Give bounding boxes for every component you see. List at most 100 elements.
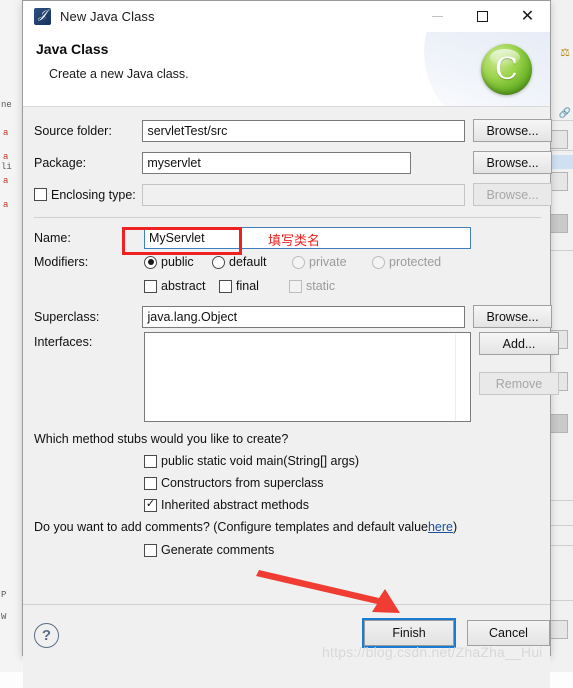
checkbox-icon: ✓ — [144, 499, 157, 512]
package-browse-button[interactable]: Browse... — [473, 151, 552, 174]
dialog-titlebar: New Java Class ✕ — [23, 1, 550, 32]
toolbar-button[interactable] — [549, 620, 568, 639]
cancel-button[interactable]: Cancel — [467, 620, 550, 646]
source-folder-input[interactable]: servletTest/src — [142, 120, 465, 142]
gutter-text: W — [1, 612, 6, 622]
checkbox-icon — [289, 280, 302, 293]
watermark: https://blog.csdn.net/ZhaZha__Hui — [322, 644, 543, 660]
radio-icon — [292, 256, 305, 269]
modifier-label: final — [236, 279, 259, 293]
superclass-browse-button[interactable]: Browse... — [473, 305, 552, 328]
comments-question: Do you want to add comments? (Configure … — [34, 520, 457, 534]
checkbox-icon — [144, 280, 157, 293]
comments-question-prefix: Do you want to add comments? (Configure … — [34, 520, 428, 534]
modifier-checkbox-abstract[interactable]: abstract — [144, 279, 219, 293]
generate-comments-checkbox-row[interactable]: Generate comments — [144, 543, 274, 557]
modifier-label: private — [309, 255, 347, 269]
checkbox-icon — [219, 280, 232, 293]
checkbox-icon — [144, 544, 157, 557]
modifier-checkbox-static: static — [289, 279, 335, 293]
radio-icon — [212, 256, 225, 269]
enclosing-type-browse-button: Browse... — [473, 183, 552, 206]
source-folder-row: Source folder: servletTest/src Browse... — [23, 119, 552, 142]
radio-icon — [144, 256, 157, 269]
minimize-icon — [432, 16, 443, 17]
stub-label: Constructors from superclass — [161, 476, 324, 490]
generate-comments-label: Generate comments — [161, 543, 274, 557]
checkbox-icon — [144, 455, 157, 468]
superclass-label: Superclass: — [34, 310, 142, 324]
source-folder-browse-button[interactable]: Browse... — [473, 119, 552, 142]
modifier-radio-public[interactable]: public — [144, 255, 212, 269]
minimize-button[interactable] — [415, 1, 460, 32]
pin-icon: ⚖ — [560, 46, 570, 59]
stub-checkbox-constructors[interactable]: Constructors from superclass — [144, 476, 324, 490]
finish-button[interactable]: Finish — [364, 620, 454, 646]
modifier-label: abstract — [161, 279, 205, 293]
modifier-label: public — [161, 255, 194, 269]
enclosing-type-row: Enclosing type: Browse... — [23, 183, 552, 206]
modifiers-row: Modifiers: public default private protec… — [23, 255, 552, 269]
link-icon: 🔗 — [559, 108, 571, 119]
error-marker-icon: a — [3, 152, 12, 161]
enclosing-type-label: Enclosing type: — [51, 188, 136, 202]
modifier-label: default — [229, 255, 267, 269]
superclass-row: Superclass: java.lang.Object Browse... — [23, 305, 552, 328]
modifier-radio-private: private — [292, 255, 372, 269]
stub-checkbox-main[interactable]: public static void main(String[] args) — [144, 454, 359, 468]
modifier-checkbox-final[interactable]: final — [219, 279, 289, 293]
gutter-text: li — [1, 162, 12, 172]
package-input[interactable]: myservlet — [142, 152, 411, 174]
section-divider — [34, 217, 541, 218]
gutter-text: ne — [1, 100, 12, 110]
stub-label: Inherited abstract methods — [161, 498, 309, 512]
method-stubs-question: Which method stubs would you like to cre… — [34, 432, 288, 446]
java-class-icon — [34, 8, 51, 25]
error-marker-icon: a — [3, 176, 12, 185]
dialog-header: Java Class Create a new Java class. C — [23, 32, 550, 107]
maximize-button[interactable] — [460, 1, 505, 32]
new-java-class-dialog: New Java Class ✕ Java Class Create a new… — [22, 0, 551, 656]
page-title: Java Class — [36, 41, 108, 57]
logo-letter: C — [495, 55, 518, 85]
interfaces-remove-button: Remove — [479, 372, 559, 395]
interfaces-add-button[interactable]: Add... — [479, 332, 559, 355]
enclosing-type-checkbox[interactable] — [34, 188, 47, 201]
comments-question-suffix: ) — [453, 520, 457, 534]
dialog-body: Source folder: servletTest/src Browse...… — [23, 107, 550, 604]
page-subtitle: Create a new Java class. — [49, 67, 189, 81]
close-button[interactable]: ✕ — [505, 1, 550, 32]
superclass-input[interactable]: java.lang.Object — [142, 306, 465, 328]
enclosing-type-input[interactable] — [142, 184, 465, 206]
help-question-mark: ? — [42, 628, 51, 643]
checkbox-icon — [144, 477, 157, 490]
close-icon: ✕ — [521, 9, 534, 25]
configure-templates-link[interactable]: here — [428, 520, 453, 534]
modifier-label: static — [306, 279, 335, 293]
interfaces-label: Interfaces: — [34, 335, 92, 349]
name-label: Name: — [34, 231, 144, 245]
modifier-radio-default[interactable]: default — [212, 255, 292, 269]
radio-icon — [372, 256, 385, 269]
source-folder-label: Source folder: — [34, 124, 142, 138]
package-row: Package: myservlet Browse... — [23, 151, 552, 174]
interfaces-listbox[interactable] — [144, 332, 471, 422]
toolbar-button[interactable] — [549, 414, 568, 433]
green-c-logo: C — [481, 44, 532, 95]
name-field-annotation-text: 填写类名 — [268, 230, 320, 249]
stub-checkbox-inherited[interactable]: ✓ Inherited abstract methods — [144, 498, 309, 512]
modifier-radio-protected: protected — [372, 255, 441, 269]
dialog-title: New Java Class — [60, 9, 155, 24]
error-marker-icon: a — [3, 128, 12, 137]
help-icon[interactable]: ? — [34, 623, 59, 648]
maximize-icon — [477, 11, 488, 22]
modifier-checkbox-row: abstract final static — [144, 279, 335, 293]
window-controls: ✕ — [415, 1, 550, 32]
package-label: Package: — [34, 156, 142, 170]
modifiers-label: Modifiers: — [34, 255, 144, 269]
modifier-label: protected — [389, 255, 441, 269]
gutter-text: P — [1, 590, 6, 600]
stub-label: public static void main(String[] args) — [161, 454, 359, 468]
error-marker-icon: a — [3, 200, 12, 209]
check-mark-icon: ✓ — [146, 499, 155, 510]
